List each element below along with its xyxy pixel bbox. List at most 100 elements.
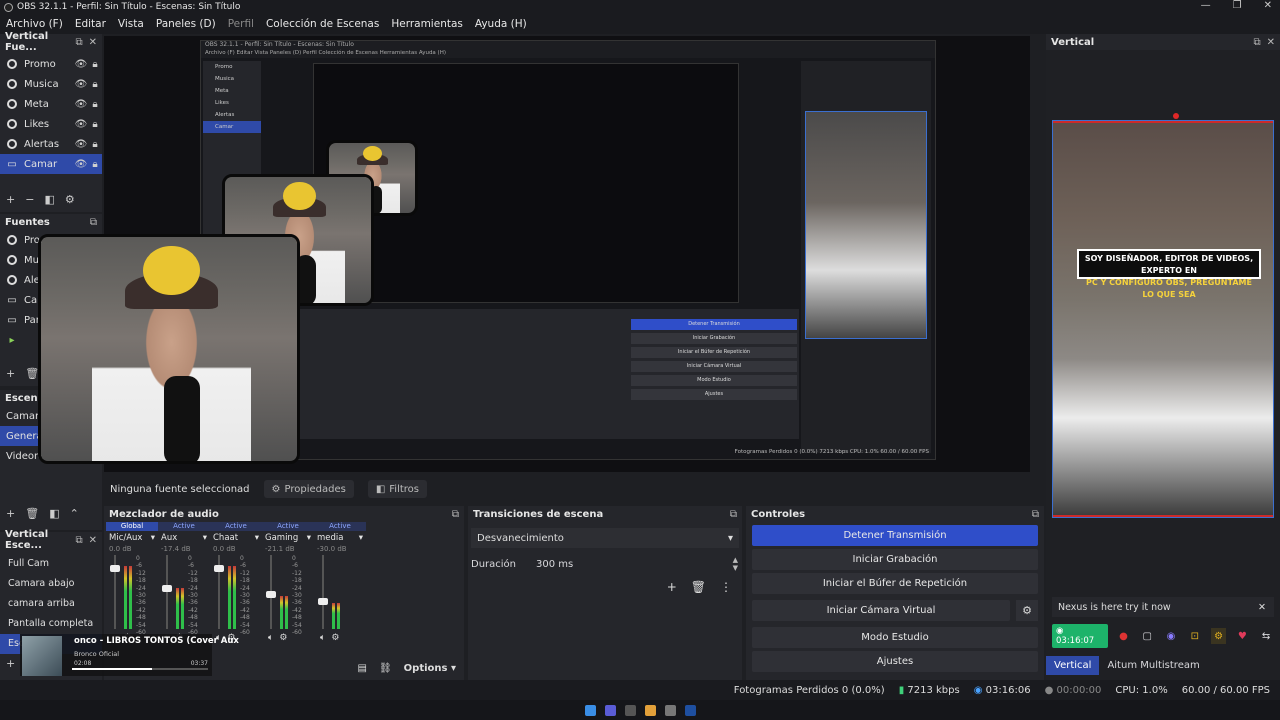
volume-slider-knob[interactable] [266, 591, 276, 599]
properties-button[interactable]: ⚙ Propiedades [263, 480, 354, 498]
undock-icon[interactable]: ⧉ [1253, 37, 1260, 48]
filters-icon[interactable]: ◧ [49, 507, 59, 520]
channel-name-row[interactable]: Aux ▾ [158, 531, 210, 545]
undock-icon[interactable]: ⧉ [75, 37, 82, 48]
close-icon[interactable]: ✕ [1258, 602, 1266, 613]
duration-spinbox[interactable]: 300 ms ▲ ▼ [530, 554, 742, 574]
vertical-scene-item[interactable]: Camara abajo [0, 574, 102, 594]
lock-icon[interactable]: 🔒︎ [88, 79, 102, 90]
obs-taskbar-icon[interactable] [624, 704, 636, 716]
tab-aitum-multistream[interactable]: Aitum Multistream [1099, 656, 1207, 675]
start-virtual-camera-button[interactable]: Iniciar Cámara Virtual [752, 600, 1010, 621]
menu-ayuda[interactable]: Ayuda (H) [469, 18, 533, 30]
spin-arrows-icon[interactable]: ▲ ▼ [733, 556, 738, 572]
channel-name-row[interactable]: Mic/Aux ▾ [106, 531, 158, 545]
source-item-meta[interactable]: Meta 👁 🔒︎ [0, 94, 102, 114]
visibility-eye-icon[interactable]: 👁 [74, 99, 88, 110]
visibility-eye-icon[interactable]: 👁 [74, 159, 88, 170]
minimize-button[interactable]: — [1201, 0, 1211, 11]
chevron-down-icon[interactable]: ▾ [203, 533, 207, 543]
close-dock-icon[interactable]: ✕ [89, 37, 97, 48]
menu-herramientas[interactable]: Herramientas [385, 18, 469, 30]
volume-slider-track[interactable] [166, 555, 168, 629]
visibility-eye-icon[interactable]: 👁 [74, 119, 88, 130]
channel-name-row[interactable]: Gaming ▾ [262, 531, 314, 545]
source-item-likes[interactable]: Likes 👁 🔒︎ [0, 114, 102, 134]
chevron-down-icon[interactable]: ▾ [307, 533, 311, 543]
heart-icon[interactable]: ♥ [1234, 628, 1250, 644]
virtual-cam-icon[interactable]: ◉ [1163, 628, 1179, 644]
add-icon[interactable]: + [667, 580, 677, 594]
lock-icon[interactable]: 🔒︎ [88, 159, 102, 170]
gear-icon[interactable]: ⚙ [279, 633, 287, 643]
settings-button[interactable]: Ajustes [752, 651, 1038, 672]
start-recording-button[interactable]: Iniciar Grabación [752, 549, 1038, 570]
chevron-down-icon[interactable]: ▾ [359, 533, 363, 543]
source-item-camara[interactable]: ▭ Camar 👁 🔒︎ [0, 154, 102, 174]
filters-icon[interactable]: ◧ [44, 193, 54, 206]
source-item-alertas[interactable]: Alertas 👁 🔒︎ [0, 134, 102, 154]
close-button[interactable]: ✕ [1264, 0, 1272, 11]
menu-editar[interactable]: Editar [69, 18, 112, 30]
visibility-eye-icon[interactable]: 👁 [74, 139, 88, 150]
undock-icon[interactable]: ⧉ [452, 509, 459, 520]
gear-icon[interactable]: ⚙ [65, 193, 75, 206]
undock-icon[interactable]: ⧉ [75, 535, 82, 546]
vertical-scene-item[interactable]: camara arriba [0, 594, 102, 614]
volume-slider-knob[interactable] [110, 564, 120, 572]
add-icon[interactable]: + [6, 193, 15, 206]
menu-vista[interactable]: Vista [112, 18, 150, 30]
studio-mode-button[interactable]: Modo Estudio [752, 627, 1038, 648]
vertical-scene-item[interactable]: Pantalla completa [0, 614, 102, 634]
program-preview[interactable]: OBS 32.1.1 - Perfil: Sin Título - Escena… [38, 36, 1030, 472]
add-icon[interactable]: + [6, 507, 15, 520]
nexus-banner[interactable]: Nexus is here try it now ✕ [1052, 597, 1274, 617]
add-icon[interactable]: + [6, 657, 15, 670]
chevron-up-icon[interactable]: ⌃ [70, 507, 79, 520]
lock-icon[interactable]: 🔒︎ [88, 139, 102, 150]
maximize-button[interactable]: ❐ [1233, 0, 1242, 11]
live-timer[interactable]: ◉ 03:16:07 [1052, 624, 1108, 648]
windows-start-icon[interactable] [584, 704, 596, 716]
chevron-down-icon[interactable]: ▾ [151, 533, 155, 543]
photoshop-icon[interactable] [684, 704, 696, 716]
vertical-canvas[interactable]: SOY DISEÑADOR, EDITOR DE VIDEOS, EXPERTO… [1052, 113, 1274, 518]
start-replay-buffer-button[interactable]: Iniciar el Búfer de Repetición [752, 573, 1038, 594]
chevron-down-icon[interactable]: ▾ [255, 533, 259, 543]
source-item-promo[interactable]: Promo 👁 🔒︎ [0, 54, 102, 74]
close-dock-icon[interactable]: ✕ [1267, 37, 1275, 48]
gear-icon[interactable]: ⚙ [1210, 628, 1227, 644]
trash-icon[interactable]: 🗑︎ [25, 507, 39, 520]
undock-icon[interactable]: ⧉ [90, 217, 97, 228]
record-icon[interactable]: ● [1116, 628, 1132, 644]
stop-square-icon[interactable]: ▢ [1139, 628, 1155, 644]
share-icon[interactable]: ⇆ [1258, 628, 1274, 644]
replay-icon[interactable]: ⊡ [1187, 628, 1203, 644]
volume-slider-knob[interactable] [214, 564, 224, 572]
volume-slider-knob[interactable] [318, 597, 328, 605]
menu-paneles[interactable]: Paneles (D) [150, 18, 222, 30]
tab-vertical[interactable]: Vertical [1046, 655, 1100, 675]
undock-icon[interactable]: ⧉ [1032, 509, 1039, 520]
volume-slider-knob[interactable] [162, 584, 172, 592]
menu-perfil[interactable]: Perfil [222, 18, 260, 30]
vertical-scene-item[interactable]: Full Cam [0, 554, 102, 574]
filters-button[interactable]: ◧ Filtros [367, 480, 428, 498]
file-explorer-icon[interactable] [664, 704, 676, 716]
menu-coleccion[interactable]: Colección de Escenas [260, 18, 385, 30]
lock-icon[interactable]: 🔒︎ [88, 59, 102, 70]
source-item-musica[interactable]: Musica 👁 🔒︎ [0, 74, 102, 94]
visibility-eye-icon[interactable]: 👁 [74, 79, 88, 90]
speaker-icon[interactable]: 🔈︎ [320, 633, 325, 643]
close-dock-icon[interactable]: ✕ [89, 535, 97, 546]
undock-icon[interactable]: ⧉ [730, 509, 737, 520]
discord-icon[interactable] [604, 704, 616, 716]
visibility-eye-icon[interactable]: 👁 [74, 59, 88, 70]
stop-stream-button[interactable]: Detener Transmisión [752, 525, 1038, 546]
options-button[interactable]: Options ▾ [404, 663, 456, 674]
volume-slider-track[interactable] [322, 555, 324, 629]
lock-icon[interactable]: 🔒︎ [88, 99, 102, 110]
channel-name-row[interactable]: Chaat ▾ [210, 531, 262, 545]
lock-icon[interactable]: 🔒︎ [88, 119, 102, 130]
mixer-layout-icon[interactable]: ▤ [358, 663, 367, 674]
